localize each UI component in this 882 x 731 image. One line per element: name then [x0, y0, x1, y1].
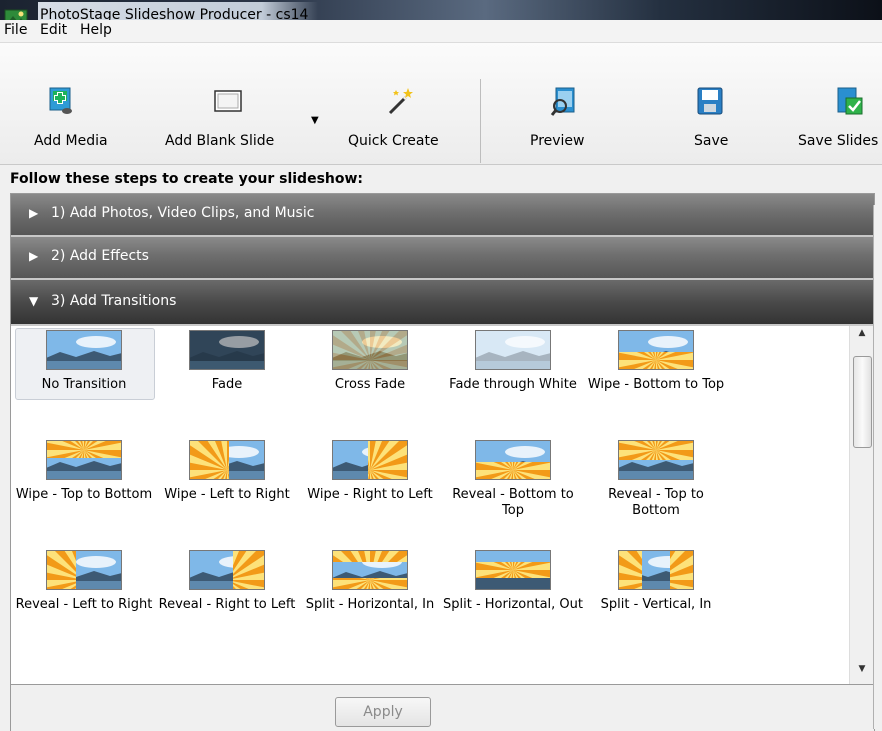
- transition-label: Cross Fade: [334, 377, 406, 392]
- steps-panel: ▶ 1) Add Photos, Video Clips, and Music …: [10, 193, 875, 731]
- transition-tile[interactable]: Wipe - Top to Bottom: [13, 440, 155, 503]
- transition-thumbnail: [46, 330, 122, 370]
- toolbar-separator: [480, 79, 481, 163]
- add-blank-slide-label: Add Blank Slide: [165, 133, 275, 149]
- transition-label: Wipe - Bottom to Top: [587, 377, 725, 392]
- transitions-gallery: No Transition Fade Cross Fade Fade through …: [11, 326, 849, 684]
- transition-label: Wipe - Top to Bottom: [15, 487, 153, 502]
- transition-label: Split - Horizontal, In: [305, 597, 435, 612]
- steps-area: Follow these steps to create your slides…: [0, 165, 882, 731]
- quick-create-button[interactable]: Quick Create: [348, 43, 458, 164]
- transition-tile[interactable]: Wipe - Left to Right: [156, 440, 298, 503]
- transition-label: Fade through White: [449, 377, 577, 392]
- transition-tile[interactable]: Split - Vertical, In: [585, 550, 727, 613]
- menu-bar: File Edit Help: [0, 20, 882, 43]
- apply-bar: Apply: [11, 684, 874, 731]
- step-add-photos[interactable]: ▶ 1) Add Photos, Video Clips, and Music: [11, 194, 874, 237]
- transition-label: Reveal - Top to Bottom: [608, 487, 704, 518]
- transition-thumbnail: [618, 330, 694, 370]
- gallery-scrollbar[interactable]: ▲ ▼: [849, 326, 874, 684]
- scroll-down-arrow-icon[interactable]: ▼: [850, 664, 874, 682]
- transition-thumbnail: [475, 330, 551, 370]
- transition-tile[interactable]: Reveal - Bottom to Top: [442, 440, 584, 519]
- add-media-label: Add Media: [34, 133, 108, 149]
- right-panel-edge: [873, 205, 882, 729]
- save-slideshow-button[interactable]: Save Slides: [796, 43, 882, 164]
- transition-thumbnail: [475, 440, 551, 480]
- transition-label: No Transition: [41, 377, 127, 392]
- preview-label: Preview: [530, 133, 585, 149]
- transition-tile[interactable]: No Transition: [13, 330, 155, 393]
- add-blank-slide-button[interactable]: Add Blank Slide ▼: [165, 43, 319, 164]
- transition-tile[interactable]: Fade through White: [442, 330, 584, 393]
- transition-label: Fade: [211, 377, 243, 392]
- transition-thumbnail: [189, 440, 265, 480]
- scrollbar-thumb[interactable]: [853, 356, 872, 448]
- transition-thumbnail: [46, 550, 122, 590]
- transition-thumbnail: [332, 440, 408, 480]
- transition-label: Reveal - Bottom to Top: [452, 487, 574, 518]
- scroll-up-arrow-icon[interactable]: ▲: [850, 328, 874, 346]
- step-label: 2) Add Effects: [51, 248, 149, 264]
- magic-wand-icon: [388, 88, 413, 115]
- transition-tile[interactable]: Wipe - Right to Left: [299, 440, 441, 503]
- steps-header: Follow these steps to create your slides…: [10, 171, 364, 187]
- transition-thumbnail: [332, 550, 408, 590]
- transition-tile[interactable]: Reveal - Right to Left: [156, 550, 298, 613]
- transition-tile[interactable]: Fade: [156, 330, 298, 393]
- expand-arrow-icon: ▶: [29, 249, 39, 263]
- menu-help[interactable]: Help: [80, 22, 112, 38]
- transition-thumbnail: [618, 440, 694, 480]
- collapse-arrow-icon: ▼: [29, 294, 39, 308]
- transition-label: Wipe - Right to Left: [307, 487, 433, 502]
- transition-tile[interactable]: Split - Horizontal, Out: [442, 550, 584, 613]
- dropdown-arrow-icon[interactable]: ▼: [311, 115, 319, 126]
- transition-label: Split - Horizontal, Out: [443, 597, 583, 612]
- save-slideshow-icon: [837, 87, 863, 115]
- transition-tile[interactable]: Split - Horizontal, In: [299, 550, 441, 613]
- transition-thumbnail: [618, 550, 694, 590]
- step-label: 1) Add Photos, Video Clips, and Music: [51, 205, 315, 221]
- transition-label: Wipe - Left to Right: [164, 487, 290, 502]
- transition-tile[interactable]: Wipe - Bottom to Top: [585, 330, 727, 393]
- transition-tile[interactable]: Reveal - Top to Bottom: [585, 440, 727, 519]
- toolbar: Add Media Add Blank Slide ▼ Quick Create…: [0, 43, 882, 165]
- quick-create-label: Quick Create: [348, 133, 439, 149]
- step-label: 3) Add Transitions: [51, 293, 177, 309]
- transition-thumbnail: [46, 440, 122, 480]
- step-add-effects[interactable]: ▶ 2) Add Effects: [11, 237, 874, 280]
- transition-tile[interactable]: Reveal - Left to Right: [13, 550, 155, 613]
- transition-thumbnail: [475, 550, 551, 590]
- preview-icon: [550, 87, 575, 116]
- blank-slide-icon: [214, 90, 242, 112]
- preview-button[interactable]: Preview: [530, 43, 600, 164]
- expand-arrow-icon: ▶: [29, 206, 39, 220]
- transition-thumbnail: [332, 330, 408, 370]
- transition-tile[interactable]: Cross Fade: [299, 330, 441, 393]
- save-icon: [697, 87, 723, 115]
- save-slideshow-label: Save Slides: [798, 133, 879, 149]
- transition-thumbnail: [189, 330, 265, 370]
- transition-thumbnail: [189, 550, 265, 590]
- save-button[interactable]: Save: [690, 43, 740, 164]
- add-media-button[interactable]: Add Media: [32, 43, 132, 164]
- menu-file[interactable]: File: [4, 22, 27, 38]
- save-label: Save: [694, 133, 729, 149]
- transition-label: Reveal - Left to Right: [15, 597, 153, 612]
- add-media-icon: [49, 87, 72, 114]
- apply-button[interactable]: Apply: [335, 697, 431, 727]
- menu-edit[interactable]: Edit: [40, 22, 67, 38]
- transition-label: Reveal - Right to Left: [158, 597, 296, 612]
- transition-label: Split - Vertical, In: [600, 597, 712, 612]
- step-add-transitions[interactable]: ▼ 3) Add Transitions: [11, 280, 874, 326]
